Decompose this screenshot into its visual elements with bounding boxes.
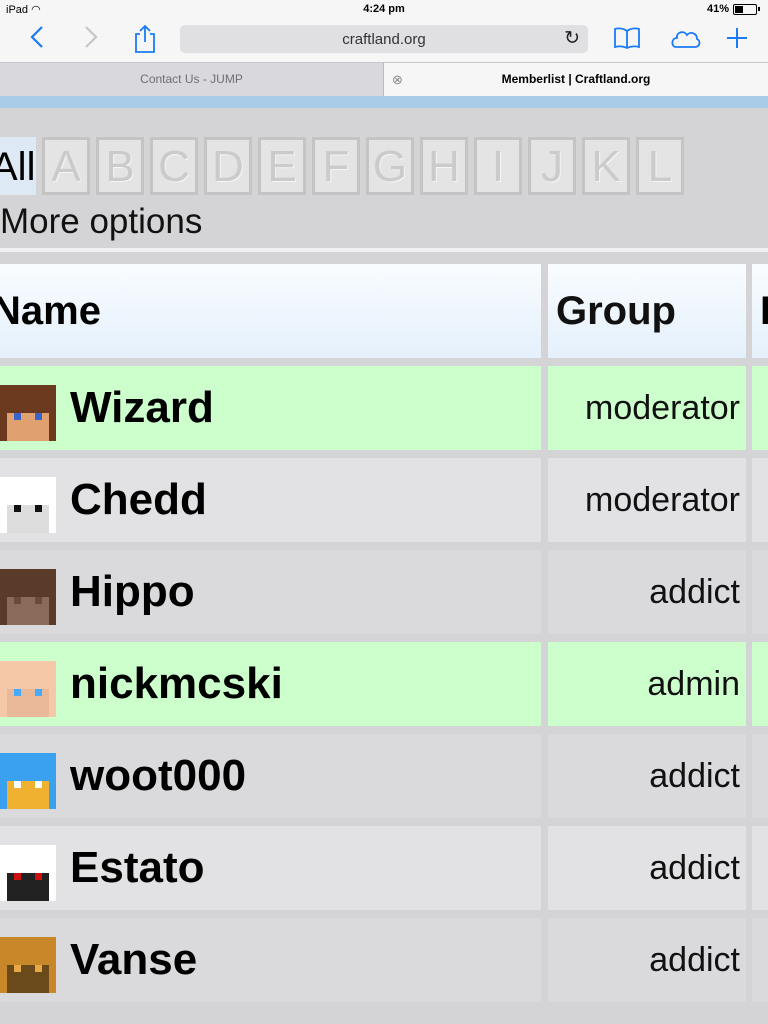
member-name-link[interactable]: Estato (70, 826, 204, 910)
book-icon (614, 27, 640, 50)
tab-title: Memberlist | Craftland.org (501, 72, 651, 86)
letter-filter-i[interactable]: I (474, 137, 522, 195)
share-button[interactable] (128, 24, 162, 56)
member-name-link[interactable]: nickmcski (70, 642, 283, 726)
letter-filter-l[interactable]: L (636, 137, 684, 195)
letter-filter-j[interactable]: J (528, 137, 576, 195)
table-row: nickmcski admin (0, 642, 768, 726)
cloud-icon (671, 31, 701, 48)
more-options-link[interactable]: More options (0, 202, 202, 242)
divider (0, 248, 768, 252)
letter-filter-g[interactable]: G (366, 137, 414, 195)
table-row: Hippo addict (0, 550, 768, 634)
share-icon (135, 24, 155, 53)
battery-indicator: 41% (707, 3, 760, 15)
address-bar[interactable]: craftland.org ↻ (180, 25, 588, 53)
browser-toolbar: craftland.org ↻ (0, 20, 768, 62)
icloud-tabs-button[interactable] (666, 24, 704, 56)
member-extra-cell (752, 826, 768, 910)
member-group: addict (548, 826, 746, 910)
member-extra-cell (752, 550, 768, 634)
letter-filter-k[interactable]: K (582, 137, 630, 195)
table-row: Chedd moderator (0, 458, 768, 542)
table-row: woot000 addict (0, 734, 768, 818)
table-row: Estato addict (0, 826, 768, 910)
letter-filter-h[interactable]: H (420, 137, 468, 195)
member-name-link[interactable]: Wizard (70, 366, 214, 450)
column-header-group[interactable]: Group (548, 264, 746, 358)
battery-percent: 41% (706, 3, 729, 15)
member-cell: Wizard (0, 366, 541, 450)
battery-icon (733, 3, 757, 15)
avatar[interactable] (0, 661, 56, 717)
avatar[interactable] (0, 385, 56, 441)
member-name-link[interactable]: Chedd (70, 458, 207, 542)
chevron-right-icon (85, 26, 98, 48)
member-name-link[interactable]: Vanse (70, 918, 197, 1002)
avatar[interactable] (0, 845, 56, 901)
column-header-more[interactable]: I (752, 264, 768, 358)
member-extra-cell (752, 918, 768, 1002)
table-row: Wizard moderator (0, 366, 768, 450)
letter-filter-e[interactable]: E (258, 137, 306, 195)
member-group: moderator (548, 366, 746, 450)
site-header-band (0, 96, 768, 108)
member-cell: nickmcski (0, 642, 541, 726)
plus-icon (727, 28, 747, 48)
tab-contact-us[interactable]: Contact Us - JUMP (0, 63, 384, 96)
member-name-link[interactable]: Hippo (70, 550, 195, 634)
letter-filter-c[interactable]: C (150, 137, 198, 195)
avatar[interactable] (0, 477, 56, 533)
letter-filter: All A B C D E F G H I J K L (0, 137, 684, 195)
letter-filter-b[interactable]: B (96, 137, 144, 195)
forward-button[interactable] (74, 24, 108, 56)
tab-bar: Contact Us - JUMP ⊗ Memberlist | Craftla… (0, 62, 768, 97)
member-extra-cell (752, 366, 768, 450)
letter-filter-f[interactable]: F (312, 137, 360, 195)
chevron-left-icon (30, 26, 43, 48)
member-group: moderator (548, 458, 746, 542)
member-cell: Chedd (0, 458, 541, 542)
tab-memberlist[interactable]: ⊗ Memberlist | Craftland.org (384, 63, 768, 96)
letter-filter-all[interactable]: All (0, 137, 36, 195)
table-row: Vanse addict (0, 918, 768, 1002)
bookmarks-button[interactable] (610, 24, 644, 56)
column-header-name[interactable]: Name (0, 264, 541, 358)
close-tab-icon[interactable]: ⊗ (392, 63, 403, 96)
reload-icon[interactable]: ↻ (564, 27, 580, 50)
member-cell: Hippo (0, 550, 541, 634)
member-group: addict (548, 550, 746, 634)
status-bar: iPad ◠ 4:24 pm 41% (0, 0, 768, 20)
member-extra-cell (752, 458, 768, 542)
table-header: Name Group I (0, 264, 768, 358)
member-name-link[interactable]: woot000 (70, 734, 246, 818)
clock: 4:24 pm (363, 3, 405, 15)
member-group: addict (548, 918, 746, 1002)
back-button[interactable] (20, 24, 54, 56)
member-extra-cell (752, 734, 768, 818)
url-text: craftland.org (342, 31, 426, 48)
new-tab-button[interactable] (720, 24, 754, 56)
member-cell: Estato (0, 826, 541, 910)
member-group: addict (548, 734, 746, 818)
avatar[interactable] (0, 937, 56, 993)
avatar[interactable] (0, 753, 56, 809)
letter-filter-d[interactable]: D (204, 137, 252, 195)
member-cell: woot000 (0, 734, 541, 818)
letter-filter-a[interactable]: A (42, 137, 90, 195)
member-cell: Vanse (0, 918, 541, 1002)
avatar[interactable] (0, 569, 56, 625)
member-extra-cell (752, 642, 768, 726)
member-group: admin (548, 642, 746, 726)
